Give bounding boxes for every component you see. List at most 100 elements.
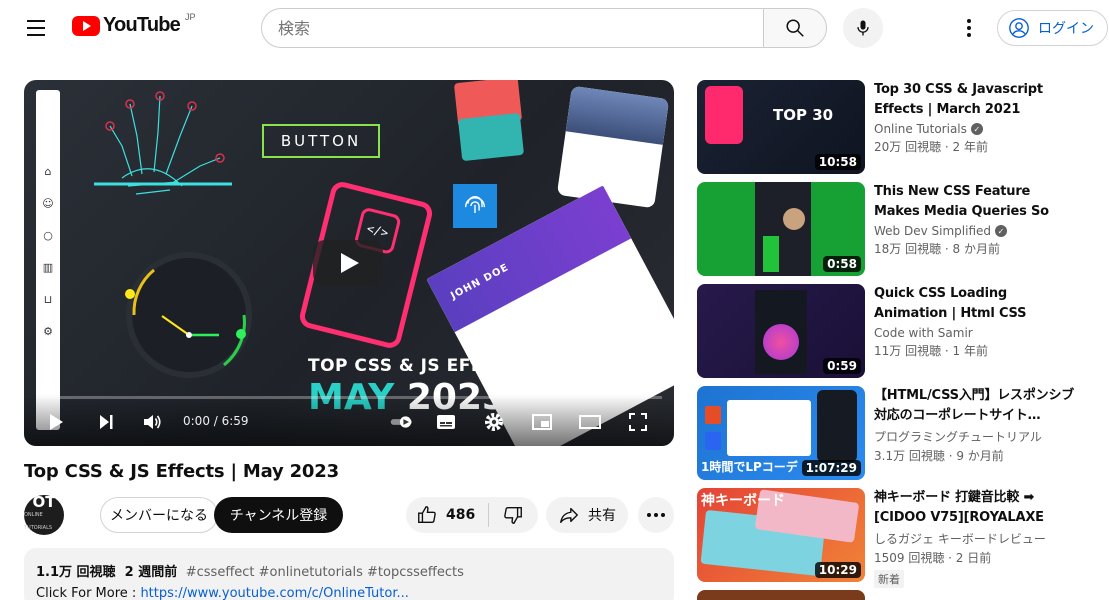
next-button[interactable] bbox=[94, 410, 118, 434]
channel-name[interactable]: プログラミングチュートリアル bbox=[874, 428, 1042, 445]
thumb-button-graphic: BUTTON bbox=[262, 124, 380, 158]
channel-name-row: プログラミングチュートリアル bbox=[874, 428, 1080, 445]
verified-icon: ✓ bbox=[995, 225, 1007, 237]
description-link[interactable]: https://www.youtube.com/c/OnlineTutor... bbox=[140, 586, 408, 600]
video-title[interactable]: Top 30 CSS & Javascript Effects | March … bbox=[874, 80, 1080, 120]
join-membership-button[interactable]: メンバーになる bbox=[100, 497, 218, 533]
theater-mode-button[interactable] bbox=[578, 410, 602, 434]
video-title[interactable]: This New CSS Feature Makes Media Queries… bbox=[874, 182, 1080, 222]
recommended-video[interactable]: TOP 30 10:58 Top 30 CSS & Javascript Eff… bbox=[697, 80, 1097, 174]
description-box[interactable]: 1.1万 回視聴 2 週間前 #csseffect #onlinetutoria… bbox=[24, 548, 674, 600]
apple-icon bbox=[42, 98, 54, 110]
video-meta: 18万 回視聴 · 8 か月前 bbox=[874, 242, 1000, 256]
recommended-video[interactable]: 0:59 Quick CSS Loading Animation | Html … bbox=[697, 284, 1097, 378]
video-duration: 1:07:29 bbox=[801, 460, 861, 476]
recommended-video[interactable]: 1時間でLPコーデ 1:07:29 【HTML/CSS入門】レスポンシブ対応のコ… bbox=[697, 386, 1097, 480]
microphone-icon bbox=[857, 20, 869, 36]
chart-icon: ▥ bbox=[42, 261, 54, 274]
thumbs-down-icon bbox=[504, 506, 522, 524]
recommended-video[interactable]: 神キーボード 10:29 神キーボード 打鍵音比較 ➡ [CIDOO V75][… bbox=[697, 488, 1097, 588]
video-duration: 0:59 bbox=[823, 358, 861, 374]
thumbnail-graphic bbox=[817, 390, 857, 462]
settings-button[interactable] bbox=[482, 410, 506, 434]
video-meta: 11万 回視聴 · 1 年前 bbox=[874, 344, 988, 358]
teal-shape-graphic bbox=[457, 112, 525, 162]
video-meta: 1509 回視聴 · 2 日前 bbox=[874, 551, 992, 565]
video-duration: 10:58 bbox=[814, 154, 861, 170]
login-button[interactable]: ログイン bbox=[997, 10, 1108, 46]
video-info: Quick CSS Loading Animation | Html CSS A… bbox=[874, 284, 1080, 359]
video-thumbnail[interactable] bbox=[697, 590, 865, 600]
channel-name-row: Web Dev Simplified ✓ bbox=[874, 224, 1080, 238]
settings-more-icon[interactable] bbox=[953, 12, 985, 44]
thumbnail-graphic bbox=[763, 236, 779, 272]
cart-icon: ⊔ bbox=[43, 293, 53, 306]
play-button[interactable] bbox=[44, 410, 68, 434]
volume-button[interactable] bbox=[140, 410, 164, 434]
next-icon bbox=[100, 415, 113, 429]
description-text: Click For More : https://www.youtube.com… bbox=[36, 586, 662, 600]
video-player[interactable]: ⌂ ☺ ○ ▥ ⊔ ⚙ BUTTON </> JOHN DOE TOP CSS … bbox=[24, 80, 674, 446]
channel-name-row: Online Tutorials ✓ bbox=[874, 122, 1080, 136]
thumbnail-text: 神キーボード bbox=[701, 493, 785, 509]
large-play-button[interactable] bbox=[313, 240, 383, 286]
verified-icon: ✓ bbox=[970, 123, 983, 135]
css3-icon bbox=[705, 432, 721, 450]
autoplay-toggle-icon bbox=[390, 416, 412, 428]
channel-avatar[interactable]: OT ONLINE TUTORIALS bbox=[24, 494, 64, 535]
thumbnail-graphic bbox=[763, 324, 799, 360]
miniplayer-icon bbox=[532, 414, 552, 430]
theater-icon bbox=[579, 415, 601, 429]
recommended-video-partial[interactable] bbox=[697, 590, 1097, 600]
thumbnail-graphic bbox=[727, 400, 811, 456]
youtube-logo[interactable]: YouTube JP bbox=[72, 11, 196, 37]
video-duration: 10:29 bbox=[814, 562, 861, 578]
video-title[interactable]: 【HTML/CSS入門】レスポンシブ対応のコーポレートサイト… bbox=[874, 386, 1080, 426]
channel-name[interactable]: しるガジェ キーボードレビュー bbox=[874, 530, 1046, 547]
subscribe-button[interactable]: チャンネル登録 bbox=[214, 497, 343, 533]
video-thumbnail[interactable]: 1時間でLPコーデ 1:07:29 bbox=[697, 386, 865, 480]
channel-name[interactable]: Online Tutorials bbox=[874, 122, 967, 136]
thumbnail-face bbox=[783, 208, 805, 230]
video-title[interactable]: Quick CSS Loading Animation | Html CSS A… bbox=[874, 284, 1080, 324]
progress-bar[interactable] bbox=[36, 396, 662, 399]
video-meta: 3.1万 回視聴 · 9 か月前 bbox=[874, 449, 1004, 463]
user-icon: ☺ bbox=[42, 197, 54, 210]
video-title[interactable]: 神キーボード 打鍵音比較 ➡ [CIDOO V75][ROYALAXE Y87]… bbox=[874, 488, 1080, 528]
recommended-video[interactable]: 0:58 This New CSS Feature Makes Media Qu… bbox=[697, 182, 1097, 276]
video-thumbnail[interactable]: 0:58 bbox=[697, 182, 865, 276]
share-button[interactable]: 共有 bbox=[546, 497, 628, 533]
video-thumbnail[interactable]: TOP 30 10:58 bbox=[697, 80, 865, 174]
search-input[interactable] bbox=[261, 8, 763, 48]
more-actions-button[interactable] bbox=[638, 497, 674, 533]
channel-name[interactable]: Code with Samir bbox=[874, 326, 973, 340]
autoplay-toggle[interactable] bbox=[390, 410, 414, 434]
account-icon bbox=[1009, 18, 1029, 38]
home-icon: ⌂ bbox=[44, 165, 52, 178]
thumbnail-text: 1時間でLPコーデ bbox=[701, 460, 798, 474]
clock-graphic bbox=[125, 252, 252, 378]
thumbnail-title-line1: TOP CSS & JS EFFECTS bbox=[308, 356, 533, 376]
settings-icon: ⚙ bbox=[43, 325, 53, 338]
like-button[interactable]: 486 bbox=[406, 497, 488, 533]
miniplayer-button[interactable] bbox=[530, 410, 554, 434]
video-thumbnail[interactable]: 0:59 bbox=[697, 284, 865, 378]
search-button[interactable] bbox=[763, 8, 827, 48]
search-icon bbox=[786, 19, 804, 37]
voice-search-button[interactable] bbox=[843, 8, 883, 48]
country-code: JP bbox=[184, 11, 196, 22]
dislike-button[interactable] bbox=[489, 497, 537, 533]
logo-text: YouTube bbox=[103, 14, 181, 36]
volume-icon bbox=[144, 415, 161, 429]
thumbnail-sidebar-graphic: ⌂ ☺ ○ ▥ ⊔ ⚙ bbox=[36, 90, 60, 430]
gear-icon bbox=[485, 413, 503, 431]
fullscreen-button[interactable] bbox=[626, 410, 650, 434]
share-label: 共有 bbox=[588, 508, 616, 524]
channel-name[interactable]: Web Dev Simplified bbox=[874, 224, 991, 238]
menu-icon[interactable] bbox=[20, 12, 52, 44]
new-badge: 新着 bbox=[874, 570, 904, 588]
subtitles-button[interactable] bbox=[434, 410, 458, 434]
owner-row: OT ONLINE TUTORIALS メンバーになる チャンネル登録 486 … bbox=[24, 494, 674, 535]
video-thumbnail[interactable]: 神キーボード 10:29 bbox=[697, 488, 865, 582]
hashtags[interactable]: #csseffect #onlinetutorials #topcsseffec… bbox=[186, 565, 464, 580]
